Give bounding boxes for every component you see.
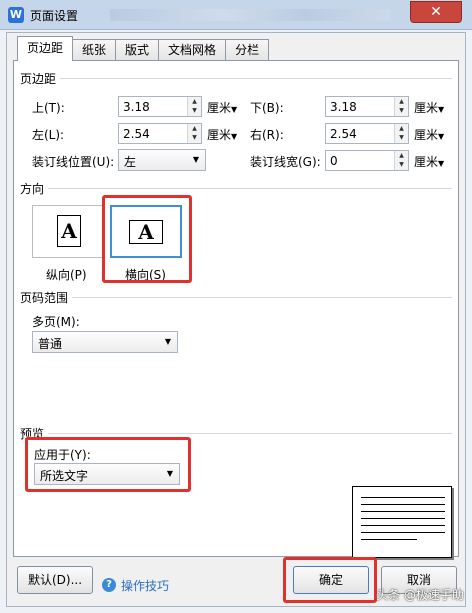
top-margin-spinner[interactable]: ▲ ▼ xyxy=(187,97,201,116)
unit-dropdown-icon: ▼ xyxy=(438,159,445,168)
blurred-title-area xyxy=(110,9,390,21)
portrait-option[interactable]: A xyxy=(32,205,104,258)
apply-to-highlight-box xyxy=(25,437,191,492)
tab-layout[interactable]: 版式 xyxy=(115,39,160,61)
gutter-width-spinner[interactable]: ▲ ▼ xyxy=(394,151,408,170)
landscape-highlight-box xyxy=(102,195,192,283)
right-margin-unit[interactable]: 厘米▼ xyxy=(414,126,444,143)
tab-strip: 页边距 纸张 版式 文档网格 分栏 xyxy=(17,36,270,61)
watermark-text: 头条 @极速手助 xyxy=(376,588,464,602)
left-margin-unit[interactable]: 厘米▼ xyxy=(207,126,237,143)
dialog-body: 页边距 纸张 版式 文档网格 分栏 页边距 上(T): 3.18 ▲ ▼ 厘米▼ … xyxy=(6,32,466,607)
bottom-margin-spinner[interactable]: ▲ ▼ xyxy=(394,97,408,116)
orientation-group-divider xyxy=(20,188,452,189)
orientation-group-label: 方向 xyxy=(20,180,49,197)
gutter-width-value: 0 xyxy=(330,154,338,168)
page-preview-thumbnail xyxy=(352,486,452,558)
top-margin-unit[interactable]: 厘米▼ xyxy=(207,99,237,116)
help-icon[interactable]: ? xyxy=(102,578,116,592)
close-button[interactable]: ✕ xyxy=(410,1,462,23)
bottom-margin-unit[interactable]: 厘米▼ xyxy=(414,99,444,116)
default-button[interactable]: 默认(D)... xyxy=(17,566,93,594)
margins-group-label: 页边距 xyxy=(20,70,61,87)
bottom-margin-label: 下(B): xyxy=(250,101,284,115)
right-margin-value: 2.54 xyxy=(330,127,357,141)
ok-highlight-box xyxy=(283,557,377,603)
unit-dropdown-icon: ▼ xyxy=(438,132,445,141)
unit-dropdown-icon: ▼ xyxy=(231,132,238,141)
tab-paper[interactable]: 纸张 xyxy=(72,39,117,61)
gutter-width-unit[interactable]: 厘米▼ xyxy=(414,153,444,170)
unit-dropdown-icon: ▼ xyxy=(231,105,238,114)
top-margin-value: 3.18 xyxy=(123,100,150,114)
title-bar: W 页面设置 ✕ xyxy=(0,0,472,30)
window-title: 页面设置 xyxy=(30,9,79,23)
page-range-group-label: 页码范围 xyxy=(20,289,73,306)
portrait-page-icon: A xyxy=(57,215,81,247)
wps-writer-icon: W xyxy=(8,7,24,23)
multiple-pages-value: 普通 xyxy=(38,337,63,351)
right-margin-spinner[interactable]: ▲ ▼ xyxy=(394,124,408,143)
portrait-label[interactable]: 纵向(P) xyxy=(46,266,87,283)
page-range-group-divider xyxy=(20,297,452,298)
bottom-margin-input[interactable]: 3.18 ▲ ▼ xyxy=(325,96,409,117)
multiple-pages-label: 多页(M): xyxy=(32,315,80,329)
tips-link[interactable]: 操作技巧 xyxy=(121,577,169,594)
left-margin-value: 2.54 xyxy=(123,127,150,141)
tab-document-grid[interactable]: 文档网格 xyxy=(158,39,227,61)
left-margin-input[interactable]: 2.54 ▲ ▼ xyxy=(118,123,202,144)
unit-dropdown-icon: ▼ xyxy=(438,105,445,114)
chevron-down-icon: ▼ xyxy=(164,337,171,346)
left-margin-label: 左(L): xyxy=(32,128,65,142)
gutter-position-select[interactable]: 左 ▼ xyxy=(118,149,206,171)
gutter-width-label: 装订线宽(G): xyxy=(250,155,321,169)
tab-margins[interactable]: 页边距 xyxy=(17,36,74,61)
multiple-pages-select[interactable]: 普通 ▼ xyxy=(32,331,178,353)
bottom-margin-value: 3.18 xyxy=(330,100,357,114)
gutter-position-label: 装订线位置(U): xyxy=(32,155,115,169)
preview-group-divider xyxy=(20,433,452,434)
margins-group-divider xyxy=(20,78,452,79)
right-margin-label: 右(R): xyxy=(250,128,284,142)
tab-panel: 页边距 上(T): 3.18 ▲ ▼ 厘米▼ 下(B): 3.18 ▲ ▼ 厘米▼ … xyxy=(13,60,459,558)
top-margin-input[interactable]: 3.18 ▲ ▼ xyxy=(118,96,202,117)
left-margin-spinner[interactable]: ▲ ▼ xyxy=(187,124,201,143)
tab-columns[interactable]: 分栏 xyxy=(225,39,270,61)
gutter-position-value: 左 xyxy=(124,155,137,169)
right-margin-input[interactable]: 2.54 ▲ ▼ xyxy=(325,123,409,144)
chevron-down-icon: ▼ xyxy=(192,155,199,164)
top-margin-label: 上(T): xyxy=(32,101,65,115)
gutter-width-input[interactable]: 0 ▲ ▼ xyxy=(325,150,409,171)
